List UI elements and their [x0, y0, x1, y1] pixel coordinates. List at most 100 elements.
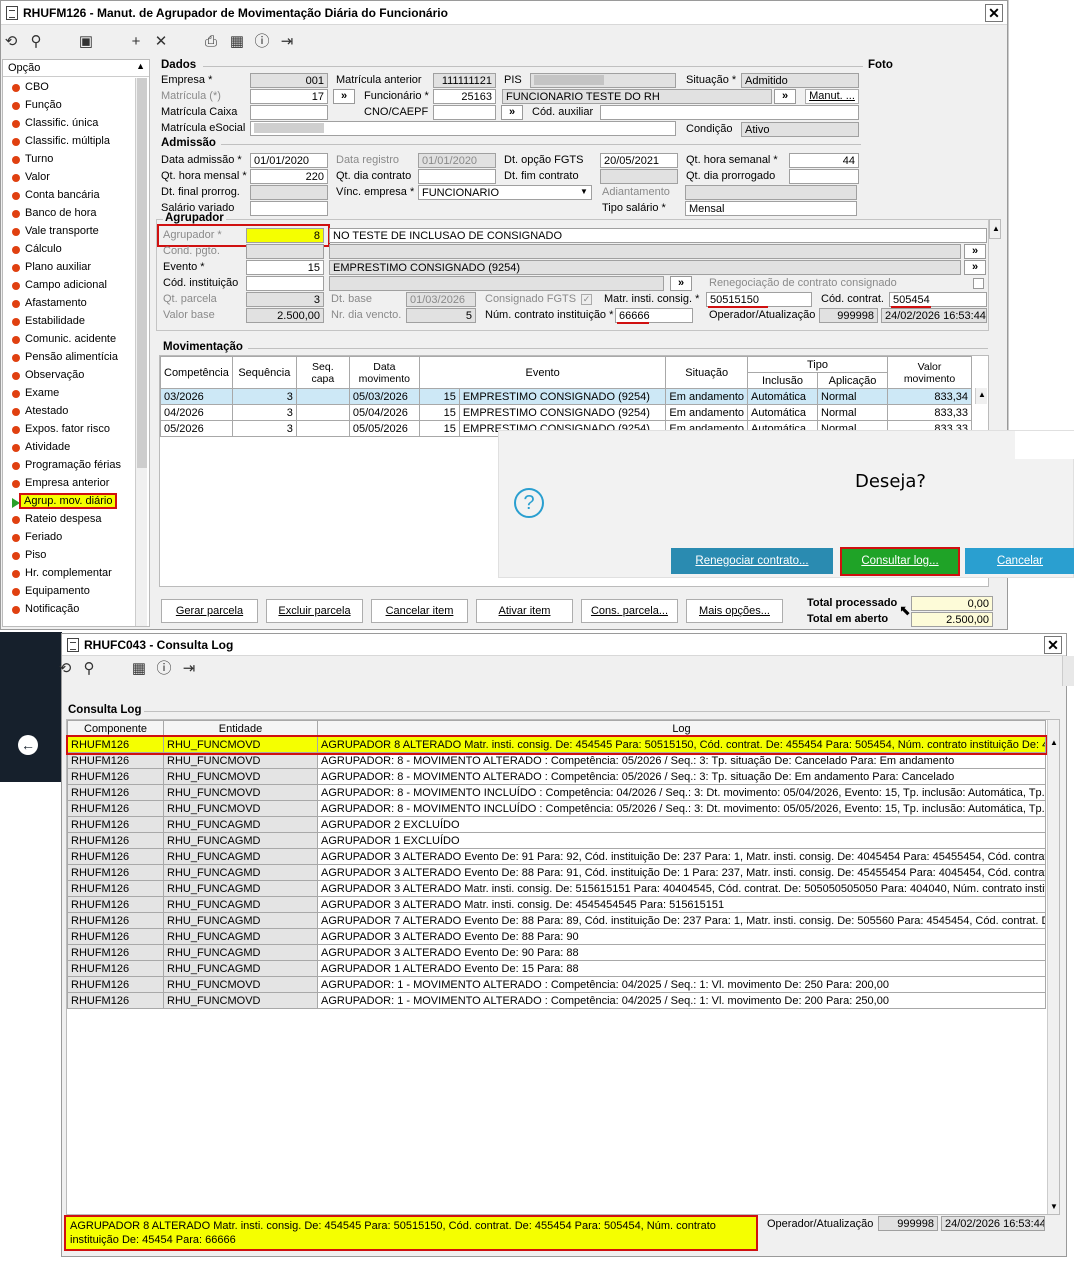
log-close-button[interactable]: ✕ [1044, 636, 1062, 654]
log-row[interactable]: RHUFM126 RHU_FUNCAGMD AGRUPADOR 7 ALTERADO… [67, 912, 1046, 929]
log-row[interactable]: RHUFM126 RHU_FUNCMOVD AGRUPADOR 8 ALTERADO… [65, 734, 1048, 755]
manut-button[interactable]: Manut. ... [805, 89, 859, 104]
log-row[interactable]: RHUFM126 RHU_FUNCMOVD AGRUPADOR: 8 - MOVIM… [67, 752, 1046, 769]
cond-pgto-lookup-button[interactable]: » [964, 244, 986, 259]
sidebar-item[interactable]: Atividade [25, 441, 70, 453]
salario-variado-field[interactable] [250, 201, 328, 216]
sidebar-item[interactable]: Valor [25, 171, 50, 183]
sidebar-item[interactable]: Notificação [25, 603, 79, 615]
cod-instituicao-field[interactable] [246, 276, 324, 291]
calendar-icon[interactable]: ▦ [228, 33, 246, 51]
gerar-parcela-button[interactable]: Gerar parcela [161, 599, 258, 623]
exit-icon[interactable]: ⇥ [180, 660, 198, 678]
search-icon[interactable]: ⚲ [27, 33, 45, 51]
close-button[interactable]: ✕ [985, 4, 1003, 22]
qt-parcela-field[interactable]: 3 [246, 292, 324, 307]
log-row[interactable]: RHUFM126 RHU_FUNCAGMD AGRUPADOR 1 EXCLUÍDO [67, 832, 1046, 849]
sidebar-item[interactable]: Exame [25, 387, 59, 399]
delete-icon[interactable]: ✕ [152, 33, 170, 51]
sidebar-item[interactable]: Equipamento [25, 585, 90, 597]
sidebar-item[interactable]: Agrup. mov. diário [18, 493, 118, 509]
pis-field[interactable] [530, 73, 676, 88]
sidebar-item[interactable]: Hr. complementar [25, 567, 112, 579]
cod-contrat-field[interactable]: 505454 [889, 292, 987, 307]
table-row[interactable]: 03/2026 3 05/03/2026 15 EMPRESTIMO CONSIGNAD… [160, 388, 972, 405]
matr-insti-field[interactable]: 50515150 [706, 292, 812, 307]
log-row[interactable]: RHUFM126 RHU_FUNCAGMD AGRUPADOR 3 ALTERADO… [67, 864, 1046, 881]
evento-lookup-button[interactable]: » [964, 260, 986, 275]
mais-opcoes-button[interactable]: Mais opções... [686, 599, 783, 623]
num-contrato-field[interactable]: 66666 [615, 308, 693, 323]
funcionario-lookup-button[interactable]: » [774, 89, 796, 104]
empresa-field[interactable]: 001 [250, 73, 328, 88]
sidebar-item[interactable]: Empresa anterior [25, 477, 109, 489]
qt-hora-semanal-field[interactable]: 44 [789, 153, 859, 168]
lookup-button[interactable]: » [333, 89, 355, 104]
sidebar-item[interactable]: Estabilidade [25, 315, 85, 327]
sidebar-item[interactable]: Rateio despesa [25, 513, 101, 525]
sidebar-item[interactable]: Classific. múltipla [25, 135, 110, 147]
outer-scrollbar[interactable] [1062, 656, 1074, 686]
log-row[interactable]: RHUFM126 RHU_FUNCAGMD AGRUPADOR 1 ALTERADO… [67, 960, 1046, 977]
refresh-icon[interactable]: ⟲ [56, 660, 74, 678]
log-row[interactable]: RHUFM126 RHU_FUNCAGMD AGRUPADOR 3 ALTERADO… [67, 928, 1046, 945]
log-row[interactable]: RHUFM126 RHU_FUNCAGMD AGRUPADOR 3 ALTERADO… [67, 848, 1046, 865]
excluir-parcela-button[interactable]: Excluir parcela [266, 599, 363, 623]
sidebar-item[interactable]: CBO [25, 81, 49, 93]
qt-hora-mensal-field[interactable]: 220 [250, 169, 328, 184]
dt-opcao-fgts-field[interactable]: 20/05/2021 [600, 153, 678, 168]
sidebar-item[interactable]: Campo adicional [25, 279, 107, 291]
sidebar-item[interactable]: Turno [25, 153, 53, 165]
nr-dia-vencto-field[interactable]: 5 [406, 308, 476, 323]
agrupador-field[interactable]: 8 [246, 228, 324, 243]
cod-instituicao-lookup-button[interactable]: » [670, 276, 692, 291]
help-icon[interactable]: ⓘ [253, 33, 271, 51]
vinc-empresa-select[interactable]: FUNCIONARIO [418, 185, 592, 200]
renegociar-button[interactable]: Renegociar contrato... [671, 548, 833, 574]
sidebar-item[interactable]: Cálculo [25, 243, 62, 255]
sort-up-icon[interactable]: ▲ [136, 61, 145, 71]
qt-dia-contrato-field[interactable] [418, 169, 496, 184]
form-scrollbar[interactable]: ▲ [989, 219, 1001, 239]
add-icon[interactable]: + [127, 33, 145, 51]
sidebar-item[interactable]: Atestado [25, 405, 68, 417]
sidebar-scrollbar[interactable] [135, 78, 147, 626]
sidebar-item[interactable]: Pensão alimentícia [25, 351, 118, 363]
sidebar-item[interactable]: Observação [25, 369, 84, 381]
dt-final-prorrog-field[interactable] [250, 185, 328, 200]
valor-base-field[interactable]: 2.500,00 [246, 308, 324, 323]
qt-dia-prorrogado-field[interactable] [789, 169, 859, 184]
log-row[interactable]: RHUFM126 RHU_FUNCAGMD AGRUPADOR 3 ALTERADO… [67, 896, 1046, 913]
sidebar-item[interactable]: Plano auxiliar [25, 261, 91, 273]
tipo-salario-select[interactable]: Mensal [685, 201, 857, 216]
cond-pgto-field[interactable] [246, 244, 324, 259]
movimentacao-scrollbar[interactable]: ▲ [975, 388, 987, 404]
log-row[interactable]: RHUFM126 RHU_FUNCMOVD AGRUPADOR: 8 - MOVIM… [67, 768, 1046, 785]
sidebar-item[interactable]: Programação férias [25, 459, 121, 471]
log-row[interactable]: RHUFM126 RHU_FUNCMOVD AGRUPADOR: 8 - MOVIM… [67, 800, 1046, 817]
consignado-fgts-checkbox[interactable]: ✓ [581, 294, 592, 305]
matricula-esocial-field[interactable] [250, 121, 676, 136]
chevron-down-icon[interactable]: ▼ [580, 187, 588, 196]
dt-fim-contrato-field[interactable] [600, 169, 678, 184]
cancelar-item-button[interactable]: Cancelar item [371, 599, 468, 623]
help-icon[interactable]: ⓘ [155, 660, 173, 678]
refresh-icon[interactable]: ⟲ [2, 33, 20, 51]
log-row[interactable]: RHUFM126 RHU_FUNCMOVD AGRUPADOR: 1 - MOVIM… [67, 992, 1046, 1009]
evento-field[interactable]: 15 [246, 260, 324, 275]
print-icon[interactable]: ⎙ [202, 33, 220, 51]
log-row[interactable]: RHUFM126 RHU_FUNCAGMD AGRUPADOR 2 EXCLUÍDO [67, 816, 1046, 833]
cno-lookup-button[interactable]: » [501, 105, 523, 120]
sidebar-item[interactable]: Conta bancária [25, 189, 100, 201]
sidebar-item[interactable]: Feriado [25, 531, 62, 543]
adiantamento-select[interactable] [685, 185, 857, 200]
save-icon[interactable]: ▣ [77, 33, 95, 51]
sidebar-item[interactable]: Classific. única [25, 117, 98, 129]
table-row[interactable]: 04/2026 3 05/04/2026 15 EMPRESTIMO CONSIGNAD… [160, 404, 972, 421]
funcionario-field[interactable]: 25163 [433, 89, 496, 104]
cons-parcela-button[interactable]: Cons. parcela... [581, 599, 678, 623]
cno-field[interactable] [433, 105, 496, 120]
sidebar-item[interactable]: Vale transporte [25, 225, 99, 237]
sidebar-item[interactable]: Afastamento [25, 297, 87, 309]
log-row[interactable]: RHUFM126 RHU_FUNCAGMD AGRUPADOR 3 ALTERADO… [67, 880, 1046, 897]
